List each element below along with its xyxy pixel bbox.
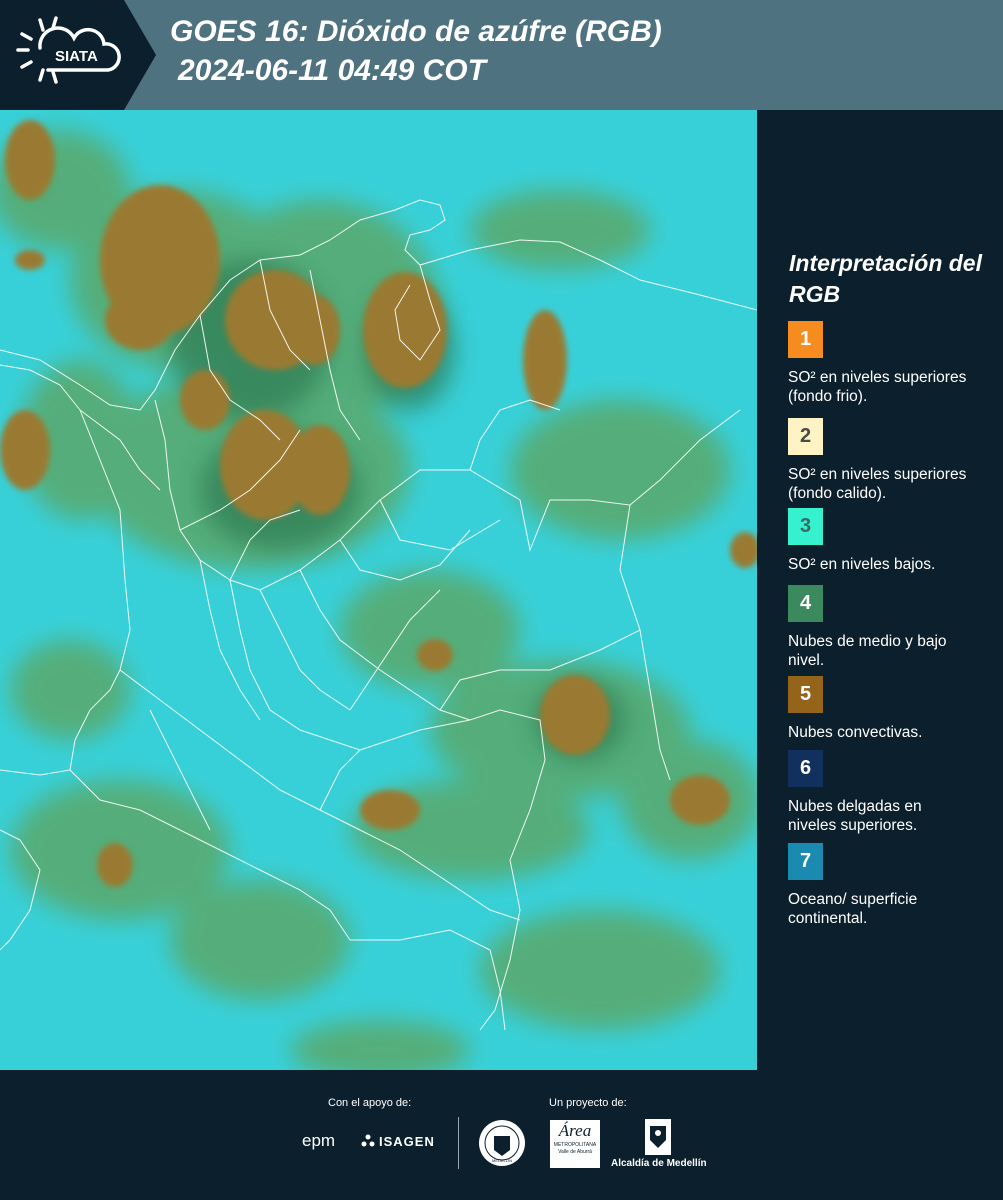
header-bar: SIATA GOES 16: Dióxido de azúfre (RGB) 2… <box>0 0 1003 110</box>
alcaldia-crest-icon <box>644 1118 672 1161</box>
siata-logo: SIATA <box>0 0 156 110</box>
legend-item-6: 6 Nubes delgadas en niveles superiores. <box>788 750 998 835</box>
legend-swatch: 3 <box>788 508 823 545</box>
legend-item-5: 5 Nubes convectivas. <box>788 676 998 742</box>
legend-swatch: 7 <box>788 843 823 880</box>
legend-item-7: 7 Oceano/ superficie continental. <box>788 843 998 928</box>
area-metropolitana-logo: Área METROPOLITANA Valle de Aburrá <box>550 1120 600 1168</box>
legend-label: Oceano/ superficie continental. <box>788 891 918 927</box>
legend-swatch: 5 <box>788 676 823 713</box>
legend-label: Nubes de medio y bajo nivel. <box>788 633 947 669</box>
page-timestamp: 2024-06-11 04:49 COT <box>178 54 486 87</box>
legend-item-2: 2 SO² en niveles superiores (fondo calid… <box>788 418 998 503</box>
svg-text:SIATA: SIATA <box>55 48 98 65</box>
support-label: Con el apoyo de: <box>328 1097 412 1109</box>
legend-swatch: 2 <box>788 418 823 455</box>
epm-logo: epm <box>302 1131 336 1150</box>
footer-divider <box>458 1117 459 1169</box>
page-title: GOES 16: Dióxido de azúfre (RGB) <box>170 15 662 48</box>
legend-item-4: 4 Nubes de medio y bajo nivel. <box>788 585 998 670</box>
isagen-mark-icon <box>361 1134 375 1147</box>
legend-swatch: 6 <box>788 750 823 787</box>
legend-title: Interpretación del RGB <box>789 250 982 307</box>
legend-label: SO² en niveles superiores (fondo calido)… <box>788 466 967 502</box>
legend-swatch: 1 <box>788 321 823 358</box>
svg-text:MEDELLIN: MEDELLIN <box>492 1158 512 1163</box>
medellin-seal-logo: MEDELLIN <box>478 1118 526 1173</box>
legend-label: Nubes delgadas en niveles superiores. <box>788 798 922 834</box>
legend-label: SO² en niveles bajos. <box>788 556 936 573</box>
alcaldia-label: Alcaldía de Medellín <box>611 1158 707 1169</box>
legend-swatch: 4 <box>788 585 823 622</box>
legend-panel: Interpretación del RGB 1 SO² en niveles … <box>762 110 1003 1070</box>
isagen-logo: ISAGEN <box>360 1133 435 1149</box>
legend-label: Nubes convectivas. <box>788 724 923 741</box>
project-label: Un proyecto de: <box>549 1097 627 1109</box>
satellite-map[interactable] <box>0 110 757 1070</box>
legend-item-3: 3 SO² en niveles bajos. <box>788 508 998 574</box>
legend-label: SO² en niveles superiores (fondo frio). <box>788 369 967 405</box>
legend-item-1: 1 SO² en niveles superiores (fondo frio)… <box>788 321 998 406</box>
